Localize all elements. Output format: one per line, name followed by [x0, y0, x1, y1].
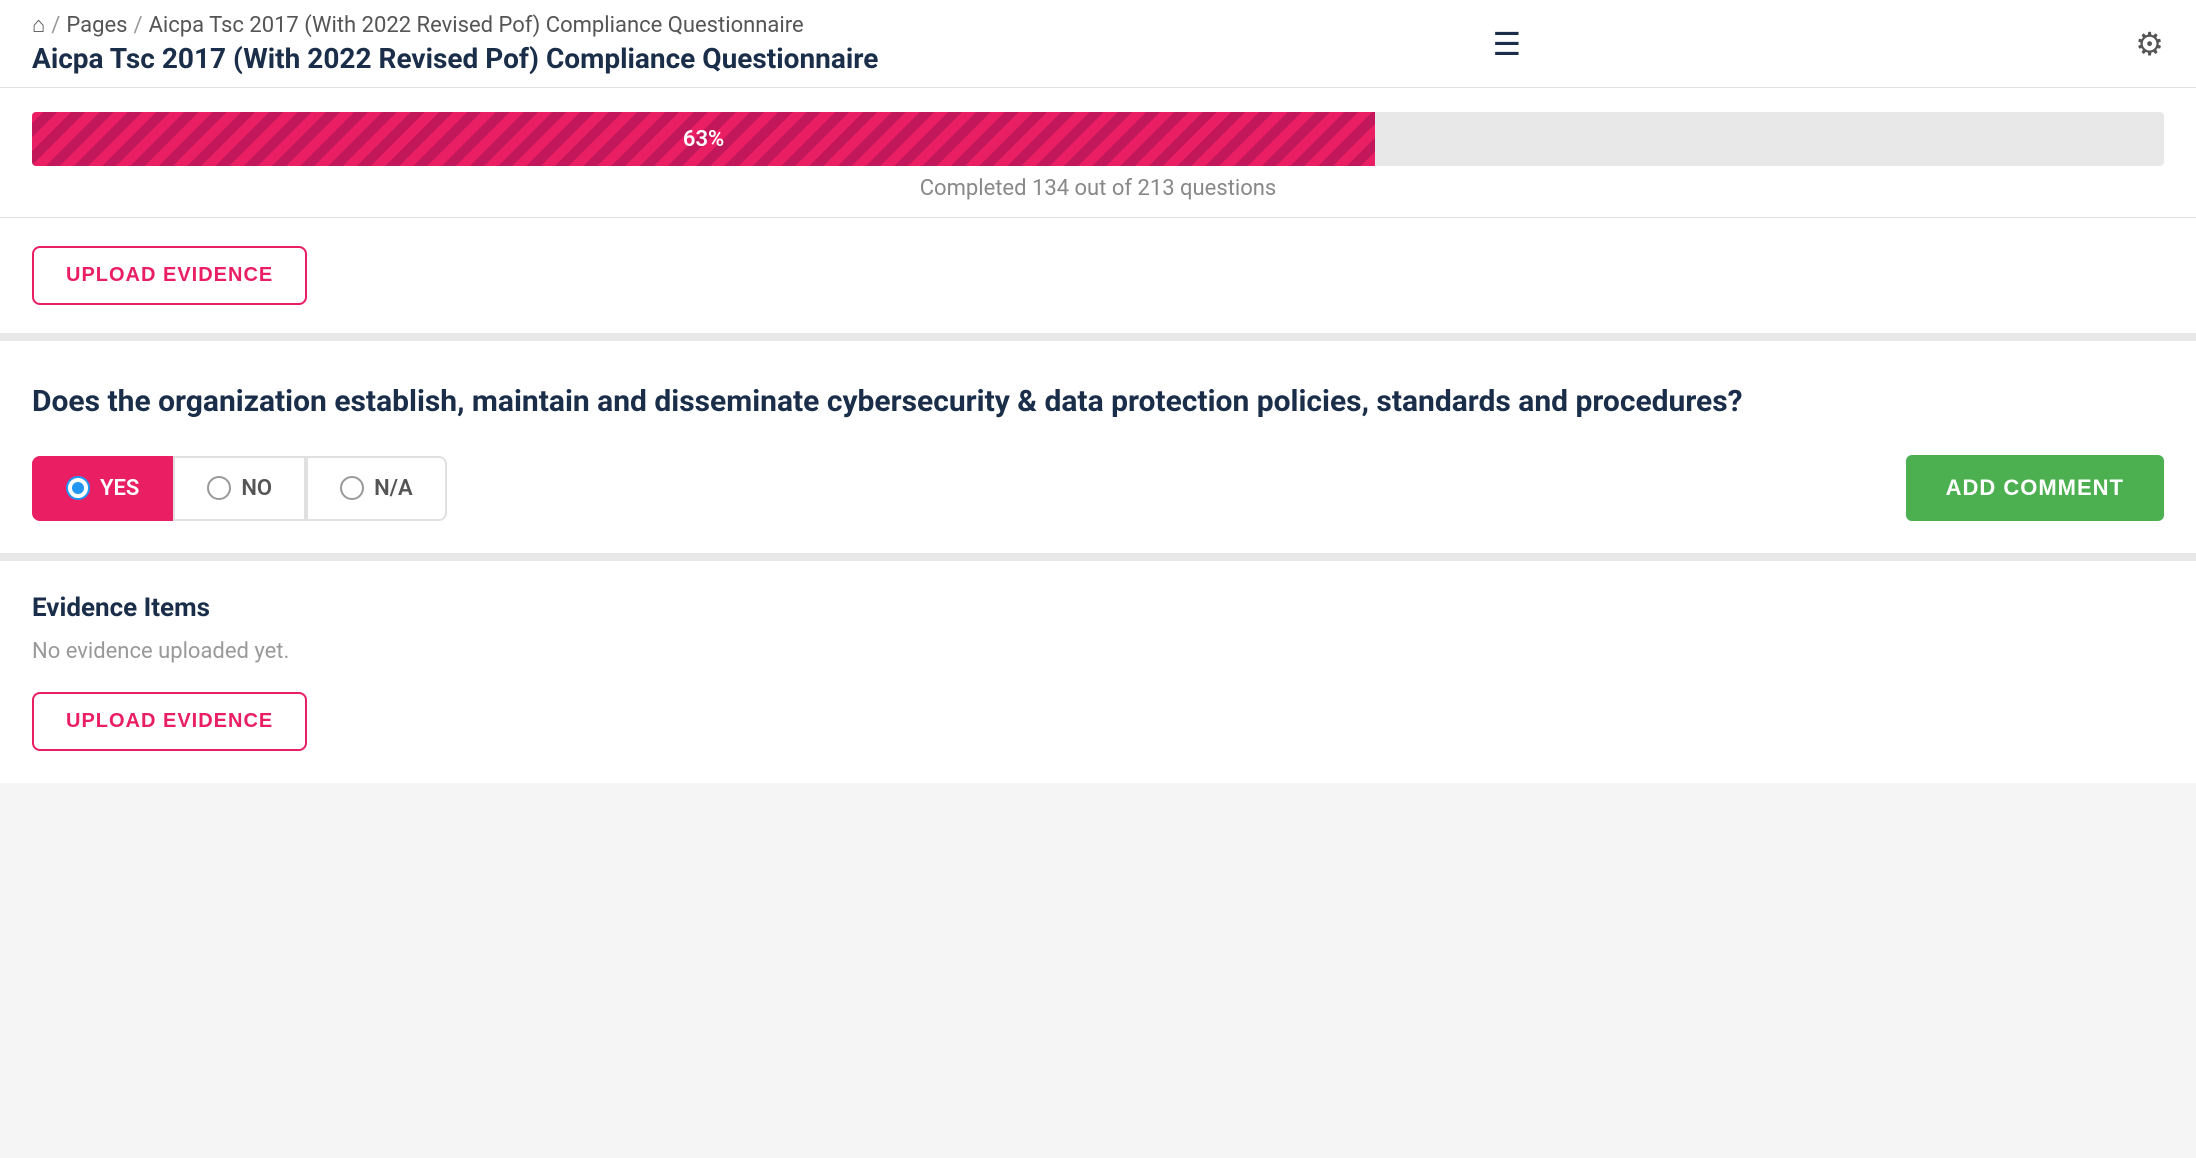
radio-option-no[interactable]: NO	[173, 456, 306, 521]
progress-bar-fill: 63%	[32, 112, 1375, 166]
radio-option-na[interactable]: N/A	[306, 456, 447, 521]
answer-row: YES NO N/A ADD COMMENT	[32, 455, 2164, 521]
header-right: ⚙	[2135, 25, 2164, 63]
progress-status-text: Completed 134 out of 213 questions	[32, 176, 2164, 201]
breadcrumb-pages[interactable]: Pages	[66, 13, 127, 38]
header-center: ☰	[1492, 25, 1521, 63]
add-comment-button[interactable]: ADD COMMENT	[1906, 455, 2164, 521]
hamburger-icon[interactable]: ☰	[1492, 25, 1521, 63]
radio-circle-na	[340, 476, 364, 500]
radio-option-yes[interactable]: YES	[32, 456, 173, 521]
progress-bar-container: 63%	[32, 112, 2164, 166]
progress-percent-label: 63%	[683, 127, 724, 152]
question-section: Does the organization establish, maintai…	[0, 341, 2196, 561]
question-text: Does the organization establish, maintai…	[32, 381, 1832, 423]
progress-section: 63% Completed 134 out of 213 questions	[0, 88, 2196, 218]
upload-evidence-top-button[interactable]: UPLOAD EVIDENCE	[32, 246, 307, 305]
home-icon[interactable]: ⌂	[32, 12, 45, 38]
radio-label-na: N/A	[374, 476, 413, 501]
breadcrumb-separator-1: /	[51, 13, 60, 38]
breadcrumb: ⌂ / Pages / Aicpa Tsc 2017 (With 2022 Re…	[32, 12, 878, 38]
evidence-title: Evidence Items	[32, 593, 2164, 623]
radio-label-no: NO	[241, 476, 272, 501]
evidence-section: Evidence Items No evidence uploaded yet.…	[0, 561, 2196, 783]
evidence-empty-message: No evidence uploaded yet.	[32, 639, 2164, 664]
page-title: Aicpa Tsc 2017 (With 2022 Revised Pof) C…	[32, 42, 878, 75]
radio-circle-yes	[66, 476, 90, 500]
radio-label-yes: YES	[100, 476, 139, 501]
upload-evidence-button[interactable]: UPLOAD EVIDENCE	[32, 692, 307, 751]
page-header: ⌂ / Pages / Aicpa Tsc 2017 (With 2022 Re…	[0, 0, 2196, 88]
breadcrumb-separator-2: /	[133, 13, 142, 38]
radio-circle-no	[207, 476, 231, 500]
upload-evidence-top-section: UPLOAD EVIDENCE	[0, 218, 2196, 341]
radio-group: YES NO N/A	[32, 456, 447, 521]
breadcrumb-current-page: Aicpa Tsc 2017 (With 2022 Revised Pof) C…	[149, 13, 804, 38]
gear-icon[interactable]: ⚙	[2135, 25, 2164, 63]
header-left: ⌂ / Pages / Aicpa Tsc 2017 (With 2022 Re…	[32, 12, 878, 75]
